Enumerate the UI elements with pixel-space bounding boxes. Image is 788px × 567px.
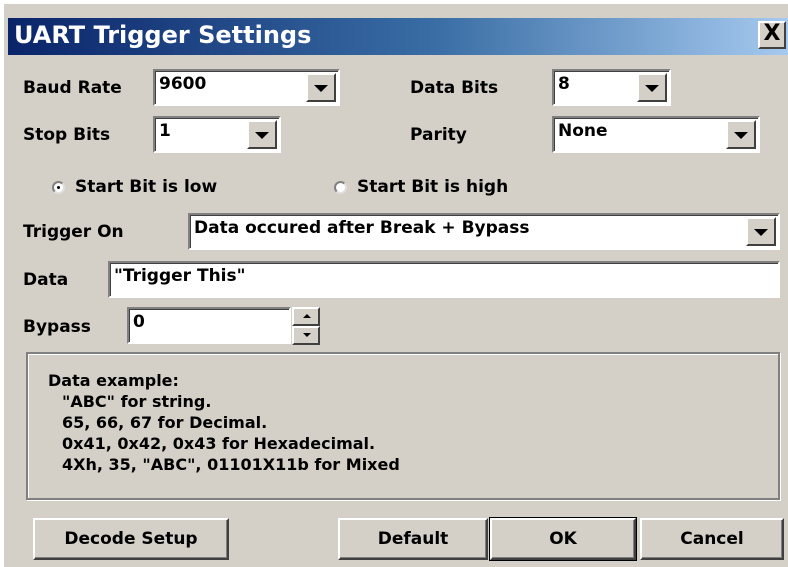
bypass-spinner[interactable] — [292, 307, 320, 345]
parity-value: None — [558, 121, 608, 141]
spin-up-icon[interactable] — [292, 307, 320, 326]
trigger-on-value: Data occured after Break + Bypass — [194, 218, 530, 238]
example-line: 0x41, 0x42, 0x43 for Hexadecimal. — [62, 434, 376, 453]
close-button[interactable]: X — [758, 21, 786, 49]
stop-bits-label: Stop Bits — [23, 125, 111, 145]
uart-trigger-dialog: UART Trigger Settings X Baud Rate 9600 D… — [0, 0, 788, 567]
baud-rate-select[interactable]: 9600 — [153, 69, 340, 106]
bypass-value: 0 — [133, 312, 145, 332]
radio-selected-icon[interactable] — [52, 180, 65, 194]
data-bits-dropdown-arrow-icon[interactable] — [637, 73, 667, 102]
example-line: "ABC" for string. — [62, 392, 212, 411]
trigger-on-dropdown-arrow-icon[interactable] — [746, 217, 776, 246]
data-input-value: "Trigger This" — [114, 266, 246, 286]
spin-down-icon[interactable] — [292, 326, 320, 345]
example-line: 65, 66, 67 for Decimal. — [62, 413, 268, 432]
bypass-input[interactable]: 0 — [127, 307, 291, 344]
data-input[interactable]: "Trigger This" — [108, 261, 780, 298]
default-button[interactable]: Default — [338, 518, 488, 560]
title-bar[interactable]: UART Trigger Settings X — [8, 18, 788, 55]
stop-bits-value: 1 — [159, 121, 171, 141]
trigger-on-label: Trigger On — [23, 222, 124, 242]
parity-select[interactable]: None — [552, 116, 760, 153]
radio-unselected-icon[interactable] — [334, 180, 347, 194]
cancel-button[interactable]: Cancel — [640, 518, 784, 560]
radio-start-bit-low[interactable]: Start Bit is low — [52, 177, 217, 197]
parity-dropdown-arrow-icon[interactable] — [726, 120, 756, 149]
stop-bits-select[interactable]: 1 — [153, 116, 281, 153]
radio-start-bit-high-label: Start Bit is high — [357, 177, 509, 197]
baud-rate-value: 9600 — [159, 74, 207, 94]
data-bits-label: Data Bits — [410, 78, 499, 98]
window-title: UART Trigger Settings — [14, 21, 312, 49]
data-example-box: Data example: "ABC" for string. 65, 66, … — [26, 352, 780, 500]
ok-button[interactable]: OK — [489, 517, 637, 561]
example-line: 4Xh, 35, "ABC", 01101X11b for Mixed — [62, 455, 400, 474]
baud-rate-dropdown-arrow-icon[interactable] — [306, 73, 336, 102]
baud-rate-label: Baud Rate — [23, 78, 122, 98]
stop-bits-dropdown-arrow-icon[interactable] — [247, 120, 277, 149]
trigger-on-select[interactable]: Data occured after Break + Bypass — [188, 213, 780, 250]
decode-setup-button[interactable]: Decode Setup — [33, 518, 229, 560]
radio-start-bit-low-label: Start Bit is low — [75, 177, 218, 197]
data-label: Data — [23, 270, 69, 290]
example-title: Data example: — [48, 371, 179, 390]
data-bits-select[interactable]: 8 — [552, 69, 671, 106]
parity-label: Parity — [410, 125, 467, 145]
bypass-label: Bypass — [23, 317, 91, 337]
data-bits-value: 8 — [558, 74, 570, 94]
radio-start-bit-high[interactable]: Start Bit is high — [334, 177, 508, 197]
